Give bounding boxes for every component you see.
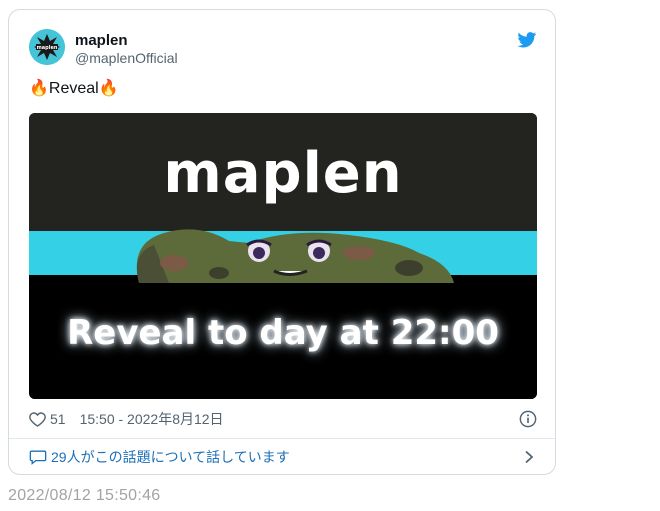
tweet-text-body: Reveal xyxy=(48,80,99,97)
speech-bubble-icon xyxy=(29,450,47,465)
tweet-meta-row: 51 15:50 - 2022年8月12日 xyxy=(29,410,224,428)
author-name[interactable]: maplen xyxy=(75,32,128,49)
tweet-card[interactable]: maplen maplen @maplenOfficial 🔥 Reveal 🔥 xyxy=(8,9,556,475)
fire-emoji-icon: 🔥 xyxy=(29,80,49,97)
heart-icon[interactable] xyxy=(29,411,46,427)
media-subtitle-text: Reveal to day at 22:00 xyxy=(67,313,499,353)
avatar[interactable]: maplen xyxy=(29,29,65,65)
tweet-media-image[interactable]: maplen Reveal to day at 22:00 xyxy=(29,113,537,399)
media-title-text: maplen xyxy=(163,141,403,206)
character-illustration-icon xyxy=(136,229,454,283)
fire-emoji-icon: 🔥 xyxy=(98,80,119,97)
divider xyxy=(9,438,555,439)
info-icon[interactable] xyxy=(519,410,537,428)
tweet-text: 🔥 Reveal 🔥 xyxy=(29,80,119,98)
tweet-datetime[interactable]: 15:50 - 2022年8月12日 xyxy=(80,409,224,429)
conversation-link[interactable]: 29人がこの話題について話しています xyxy=(29,447,290,467)
like-count[interactable]: 51 xyxy=(50,411,66,427)
capture-timestamp: 2022/08/12 15:50:46 xyxy=(8,487,161,504)
author-handle[interactable]: @maplenOfficial xyxy=(75,50,178,66)
twitter-bird-icon[interactable] xyxy=(517,32,537,48)
conversation-text[interactable]: 29人がこの話題について話しています xyxy=(51,447,290,467)
svg-text:maplen: maplen xyxy=(37,45,58,51)
avatar-logo-icon: maplen xyxy=(29,29,65,65)
chevron-right-icon[interactable] xyxy=(523,450,535,464)
